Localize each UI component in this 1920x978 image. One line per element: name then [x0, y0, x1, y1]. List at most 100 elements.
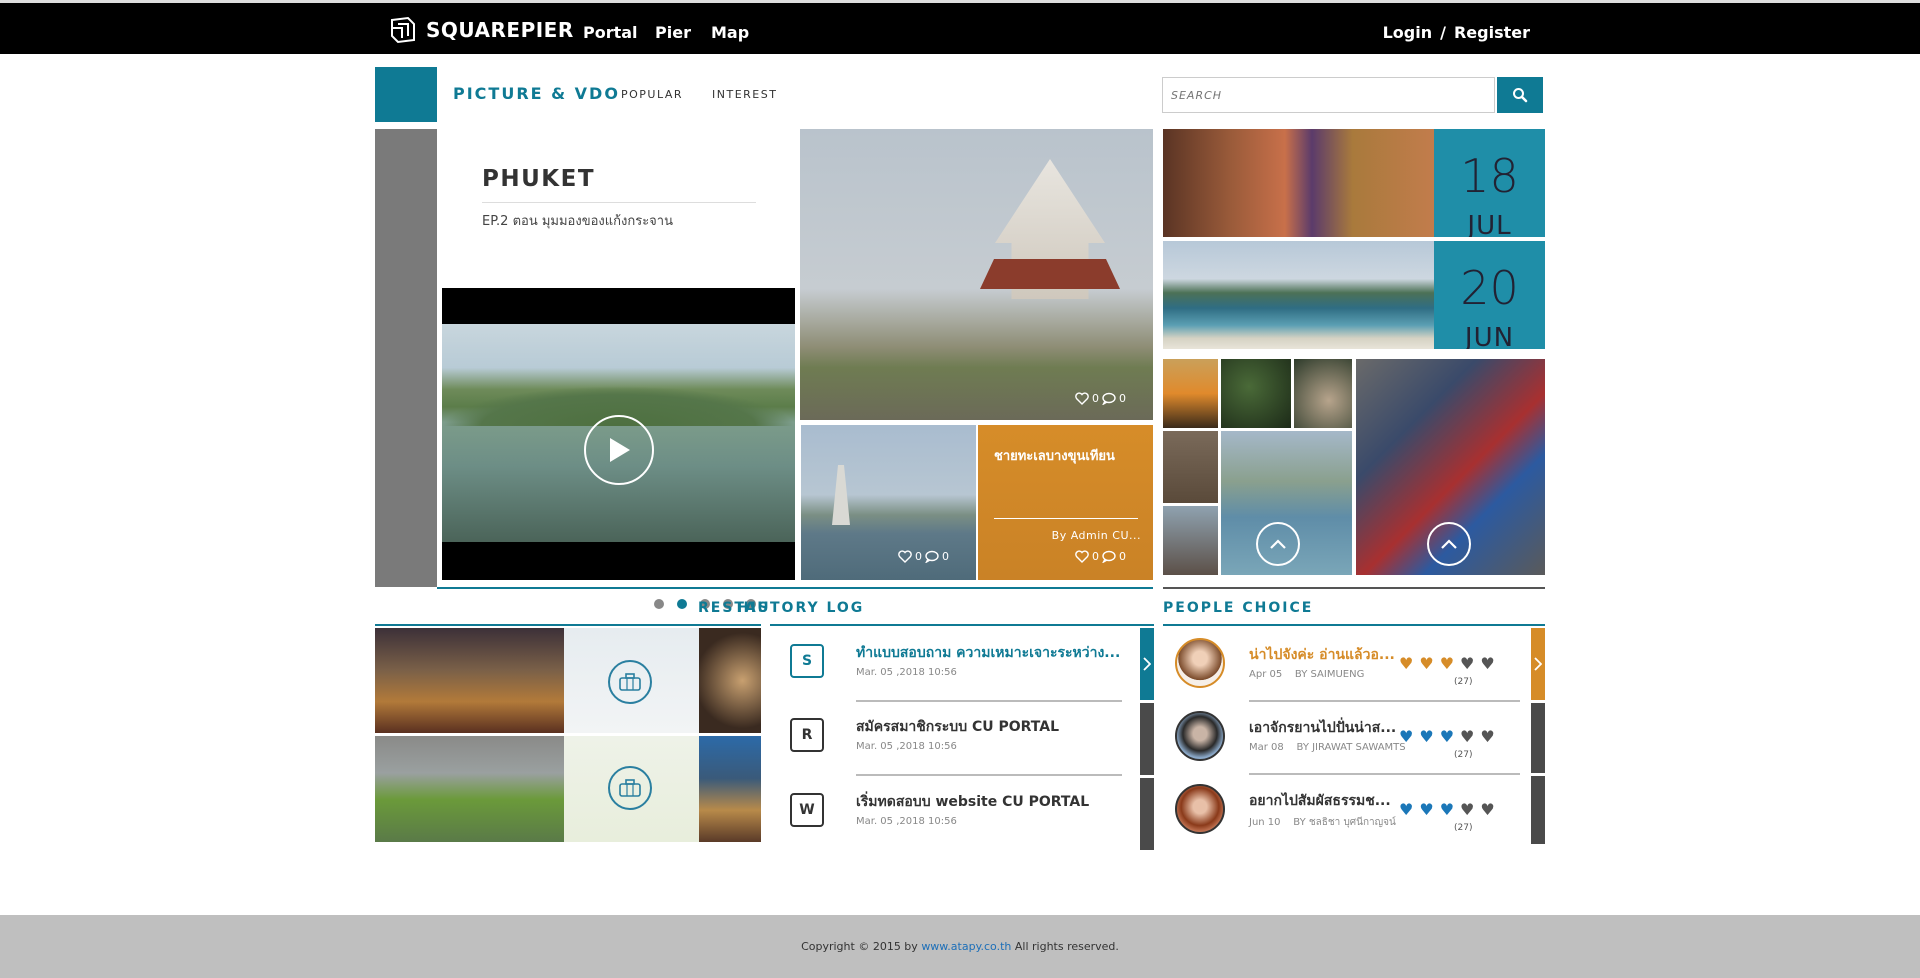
gallery-thumb[interactable] — [1356, 359, 1545, 575]
photo-tile-temple[interactable]: 0 0 — [800, 129, 1153, 420]
history-title[interactable]: ทำแบบสอบถาม ความเหมาะเจาะระหว่าง... — [856, 642, 1120, 664]
restaurant-tile[interactable] — [564, 736, 699, 842]
event-card[interactable]: 20 JUN — [1163, 241, 1545, 349]
history-title[interactable]: เริ่มทดสอบบ website CU PORTAL — [856, 791, 1089, 813]
gallery-thumb[interactable] — [1163, 431, 1218, 503]
event-date-badge: 18 JUL — [1434, 129, 1545, 237]
nav-pier[interactable]: Pier — [655, 23, 691, 42]
nav-map[interactable]: Map — [711, 23, 749, 42]
restaurant-photo[interactable] — [699, 628, 761, 733]
heart-empty-icon[interactable]: ♥ — [1480, 727, 1494, 746]
gallery-thumb[interactable] — [1163, 506, 1218, 575]
heart-filled-icon[interactable]: ♥ — [1419, 727, 1433, 746]
search-icon — [1513, 88, 1528, 103]
history-side-tab[interactable] — [1140, 703, 1154, 775]
comment-icon[interactable] — [925, 550, 939, 563]
article-tile-beach[interactable]: ชายทะเลบางขุนเทียน By Admin CU... 0 0 — [978, 425, 1153, 580]
event-month: JUN — [1464, 323, 1515, 349]
heart-filled-icon[interactable]: ♥ — [1399, 800, 1413, 819]
gallery-thumb[interactable] — [1221, 431, 1352, 575]
heart-empty-icon[interactable]: ♥ — [1480, 800, 1494, 819]
people-choice-side-tab[interactable] — [1531, 776, 1545, 844]
heart-filled-icon[interactable]: ♥ — [1419, 800, 1433, 819]
scroll-up-button[interactable] — [1256, 522, 1300, 566]
rating-hearts: ♥ ♥ ♥ ♥ ♥ — [1399, 654, 1495, 673]
rating-count: (27) — [1454, 677, 1473, 687]
avatar[interactable] — [1175, 784, 1225, 834]
comment-count: 0 — [1119, 392, 1126, 405]
history-item[interactable]: W เริ่มทดสอบบ website CU PORTAL Mar. 05 … — [770, 779, 1124, 851]
heart-outline-icon[interactable] — [1075, 392, 1089, 405]
avatar[interactable] — [1175, 638, 1225, 688]
people-choice-divider — [1249, 773, 1520, 775]
people-choice-expand-tab[interactable] — [1531, 628, 1545, 700]
event-card[interactable]: 18 JUL — [1163, 129, 1545, 237]
heart-empty-icon[interactable]: ♥ — [1480, 654, 1494, 673]
scroll-up-button[interactable] — [1427, 522, 1471, 566]
history-side-tab[interactable] — [1140, 778, 1154, 850]
carousel-dot-active[interactable] — [677, 599, 687, 609]
photo-tile-pagoda[interactable]: 0 0 — [801, 425, 976, 580]
feature-caption-panel — [437, 129, 799, 287]
people-choice-title[interactable]: น่าไปจังค่ะ อ่านแล้วอ... — [1249, 644, 1395, 666]
people-choice-side-tab[interactable] — [1531, 703, 1545, 773]
event-day: 20 — [1460, 261, 1519, 315]
history-item[interactable]: R สมัครสมาชิกระบบ CU PORTAL Mar. 05 ,201… — [770, 704, 1124, 776]
heart-filled-icon[interactable]: ♥ — [1440, 654, 1454, 673]
article-author: By Admin CU... — [1051, 529, 1141, 542]
heart-empty-icon[interactable]: ♥ — [1460, 654, 1474, 673]
heart-filled-icon[interactable]: ♥ — [1440, 727, 1454, 746]
heart-filled-icon[interactable]: ♥ — [1440, 800, 1454, 819]
tab-popular[interactable]: POPULAR — [621, 88, 683, 101]
carousel-dot[interactable] — [654, 599, 664, 609]
login-link[interactable]: Login — [1383, 23, 1433, 42]
people-choice-item[interactable]: อยากไปสัมผัสธรรมช... Jun 10 BY ชลธิชา บุ… — [1163, 776, 1533, 848]
heart-empty-icon[interactable]: ♥ — [1460, 800, 1474, 819]
tab-interest[interactable]: INTEREST — [712, 88, 777, 101]
chevron-right-icon — [1534, 657, 1542, 671]
gallery-thumb[interactable] — [1221, 359, 1291, 428]
restaurant-open-button[interactable] — [608, 766, 652, 810]
heart-empty-icon[interactable]: ♥ — [1460, 727, 1474, 746]
comment-count: 0 — [1119, 550, 1126, 563]
avatar[interactable] — [1175, 711, 1225, 761]
history-title[interactable]: สมัครสมาชิกระบบ CU PORTAL — [856, 716, 1059, 738]
search-button[interactable] — [1497, 77, 1543, 113]
history-item[interactable]: S ทำแบบสอบถาม ความเหมาะเจาะระหว่าง... Ma… — [770, 630, 1124, 702]
play-button[interactable] — [584, 415, 654, 485]
people-choice-item[interactable]: เอาจักรยานไปปั่นน่าส... Mar 08 BY JIRAWA… — [1163, 703, 1533, 775]
comment-icon[interactable] — [1102, 392, 1116, 405]
people-choice-item[interactable]: น่าไปจังค่ะ อ่านแล้วอ... Apr 05 BY SAIMU… — [1163, 630, 1533, 702]
feature-bottom-rule — [437, 587, 1153, 589]
restaurant-tile[interactable] — [564, 628, 699, 733]
heart-filled-icon[interactable]: ♥ — [1419, 654, 1433, 673]
brand-logo[interactable]: SQUAREPIER — [388, 16, 574, 44]
nav-portal[interactable]: Portal — [583, 23, 638, 42]
restaurant-photo[interactable] — [375, 628, 564, 733]
gallery-thumb[interactable] — [1163, 359, 1218, 428]
briefcase-icon — [619, 673, 641, 691]
heart-filled-icon[interactable]: ♥ — [1399, 654, 1413, 673]
video-player[interactable] — [442, 288, 795, 580]
heart-outline-icon[interactable] — [898, 550, 912, 563]
heart-outline-icon[interactable] — [1075, 550, 1089, 563]
gallery-thumb[interactable] — [1294, 359, 1352, 428]
restaurant-photo[interactable] — [375, 736, 564, 842]
post-date: Jun 10 — [1249, 817, 1281, 828]
people-choice-title[interactable]: อยากไปสัมผัสธรรมช... — [1249, 790, 1391, 812]
history-expand-tab[interactable] — [1140, 628, 1154, 700]
footer-site-link[interactable]: www.atapy.co.th — [921, 940, 1011, 953]
article-title[interactable]: ชายทะเลบางขุนเทียน — [994, 445, 1115, 466]
people-choice-title[interactable]: เอาจักรยานไปปั่นน่าส... — [1249, 717, 1396, 739]
feature-title[interactable]: PHUKET — [482, 166, 595, 192]
restaurant-photo[interactable] — [699, 736, 761, 842]
search-input[interactable] — [1162, 77, 1495, 113]
register-link[interactable]: Register — [1454, 23, 1530, 42]
chevron-right-icon — [1143, 657, 1151, 671]
article-divider — [994, 518, 1138, 519]
copyright-suffix: All rights reserved. — [1014, 940, 1119, 953]
heart-filled-icon[interactable]: ♥ — [1399, 727, 1413, 746]
comment-icon[interactable] — [1102, 550, 1116, 563]
restaurant-open-button[interactable] — [608, 660, 652, 704]
post-date: Apr 05 — [1249, 669, 1283, 680]
